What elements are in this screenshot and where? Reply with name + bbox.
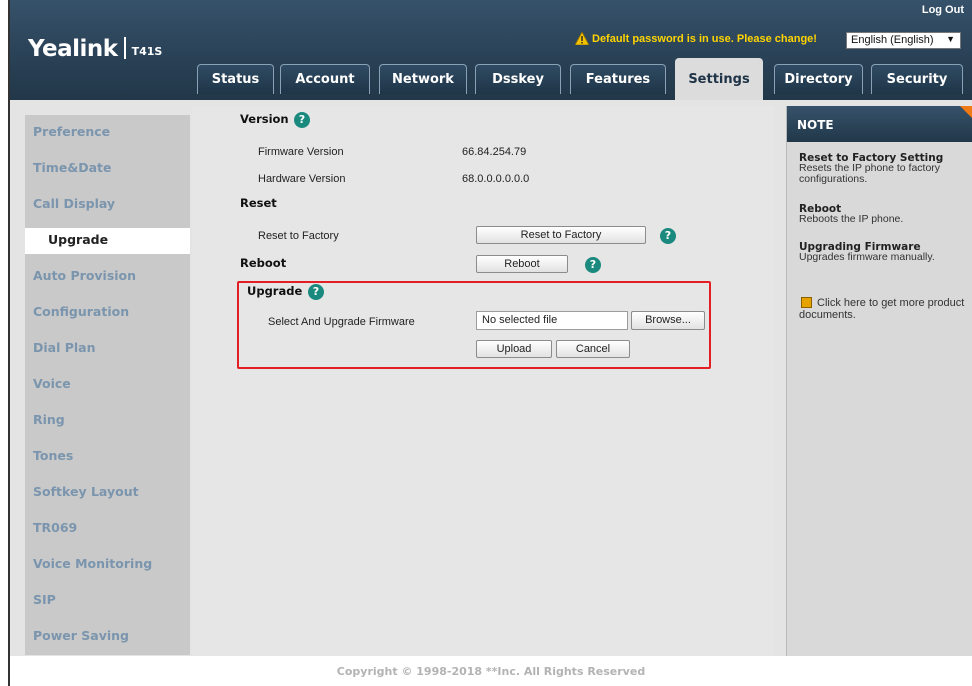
logo-divider (123, 37, 126, 59)
select-firmware-label: Select And Upgrade Firmware (268, 316, 415, 328)
reboot-heading: Reboot (240, 256, 287, 270)
note-corner-flag (960, 106, 972, 126)
product-documents-link[interactable]: Click here to get more product documents… (799, 297, 969, 321)
tab-dsskey[interactable]: Dsskey (475, 64, 561, 94)
reset-to-factory-label: Reset to Factory (258, 230, 339, 242)
sidebar-item-auto-provision[interactable]: Auto Provision (10, 264, 175, 288)
note-heading: NOTE (787, 106, 972, 142)
warning-icon (574, 31, 590, 46)
sidebar-item-power-saving[interactable]: Power Saving (10, 624, 175, 648)
logout-link[interactable]: Log Out (922, 4, 964, 16)
browser-frame: Yealink T41S Log Out Default password is … (8, 0, 972, 686)
cancel-button[interactable]: Cancel (556, 340, 630, 358)
sidebar-item-softkey-layout[interactable]: Softkey Layout (10, 480, 175, 504)
language-value: English (English) (851, 34, 934, 46)
tab-network[interactable]: Network (379, 64, 467, 94)
reboot-help-icon[interactable]: ? (585, 257, 601, 273)
reboot-button[interactable]: Reboot (476, 255, 568, 273)
upgrade-help-icon[interactable]: ? (308, 284, 324, 300)
sidebar-item-time-date[interactable]: Time&Date (10, 156, 175, 180)
header-bar: Yealink T41S Log Out Default password is … (10, 0, 972, 100)
version-help-icon[interactable]: ? (294, 112, 310, 128)
upgrade-panel: Version ? Firmware Version 66.84.254.79 … (192, 106, 774, 656)
sidebar-item-tr069[interactable]: TR069 (10, 516, 175, 540)
model-label: T41S (131, 45, 163, 58)
note-reset-text: Resets the IP phone to factory configura… (799, 162, 941, 185)
settings-body: Preference Time&Date Call Display Upgrad… (10, 100, 972, 656)
tab-status[interactable]: Status (197, 64, 274, 94)
language-select[interactable]: English (English) ▼ (846, 32, 961, 49)
sidebar-item-voice[interactable]: Voice (10, 372, 175, 396)
sidebar-item-tones[interactable]: Tones (10, 444, 175, 468)
reset-to-factory-button[interactable]: Reset to Factory (476, 226, 646, 244)
firmware-version-value: 66.84.254.79 (462, 146, 527, 158)
yealink-logo: Yealink T41S (28, 36, 162, 62)
chevron-down-icon: ▼ (946, 34, 955, 44)
reset-heading: Reset (240, 196, 277, 210)
note-reboot-text: Reboots the IP phone. (799, 213, 904, 225)
sidebar-item-upgrade[interactable]: Upgrade (25, 228, 190, 254)
default-password-warning[interactable]: Default password is in use. Please chang… (574, 31, 817, 46)
sidebar-item-voice-monitoring[interactable]: Voice Monitoring (10, 552, 175, 576)
sidebar-item-dial-plan[interactable]: Dial Plan (10, 336, 175, 360)
tab-directory[interactable]: Directory (774, 64, 863, 94)
tab-account[interactable]: Account (280, 64, 370, 94)
note-panel: NOTE Reset to Factory Setting Resets the… (786, 106, 972, 656)
note-upgrade-text: Upgrades firmware manually. (799, 251, 935, 263)
sidebar-item-ring[interactable]: Ring (10, 408, 175, 432)
sidebar-item-preference[interactable]: Preference (10, 120, 175, 144)
sidebar-item-configuration[interactable]: Configuration (10, 300, 175, 324)
upload-button[interactable]: Upload (476, 340, 552, 358)
hardware-version-value: 68.0.0.0.0.0.0 (462, 173, 530, 185)
firmware-file-field[interactable]: No selected file (476, 311, 628, 330)
version-heading: Version (240, 112, 289, 126)
sidebar-item-sip[interactable]: SIP (10, 588, 175, 612)
reset-help-icon[interactable]: ? (660, 228, 676, 244)
tab-security[interactable]: Security (871, 64, 963, 94)
tab-features[interactable]: Features (570, 64, 666, 94)
sidebar-item-call-display[interactable]: Call Display (10, 192, 175, 216)
tab-settings[interactable]: Settings (675, 58, 763, 100)
copyright-footer: Copyright © 1998-2018 **Inc. All Rights … (10, 656, 972, 686)
upgrade-heading: Upgrade (247, 284, 303, 298)
firmware-version-label: Firmware Version (258, 146, 344, 158)
warning-text: Default password is in use. Please chang… (592, 32, 817, 45)
hardware-version-label: Hardware Version (258, 173, 346, 185)
logo-text: Yealink (28, 36, 118, 62)
browse-button[interactable]: Browse... (631, 311, 705, 330)
